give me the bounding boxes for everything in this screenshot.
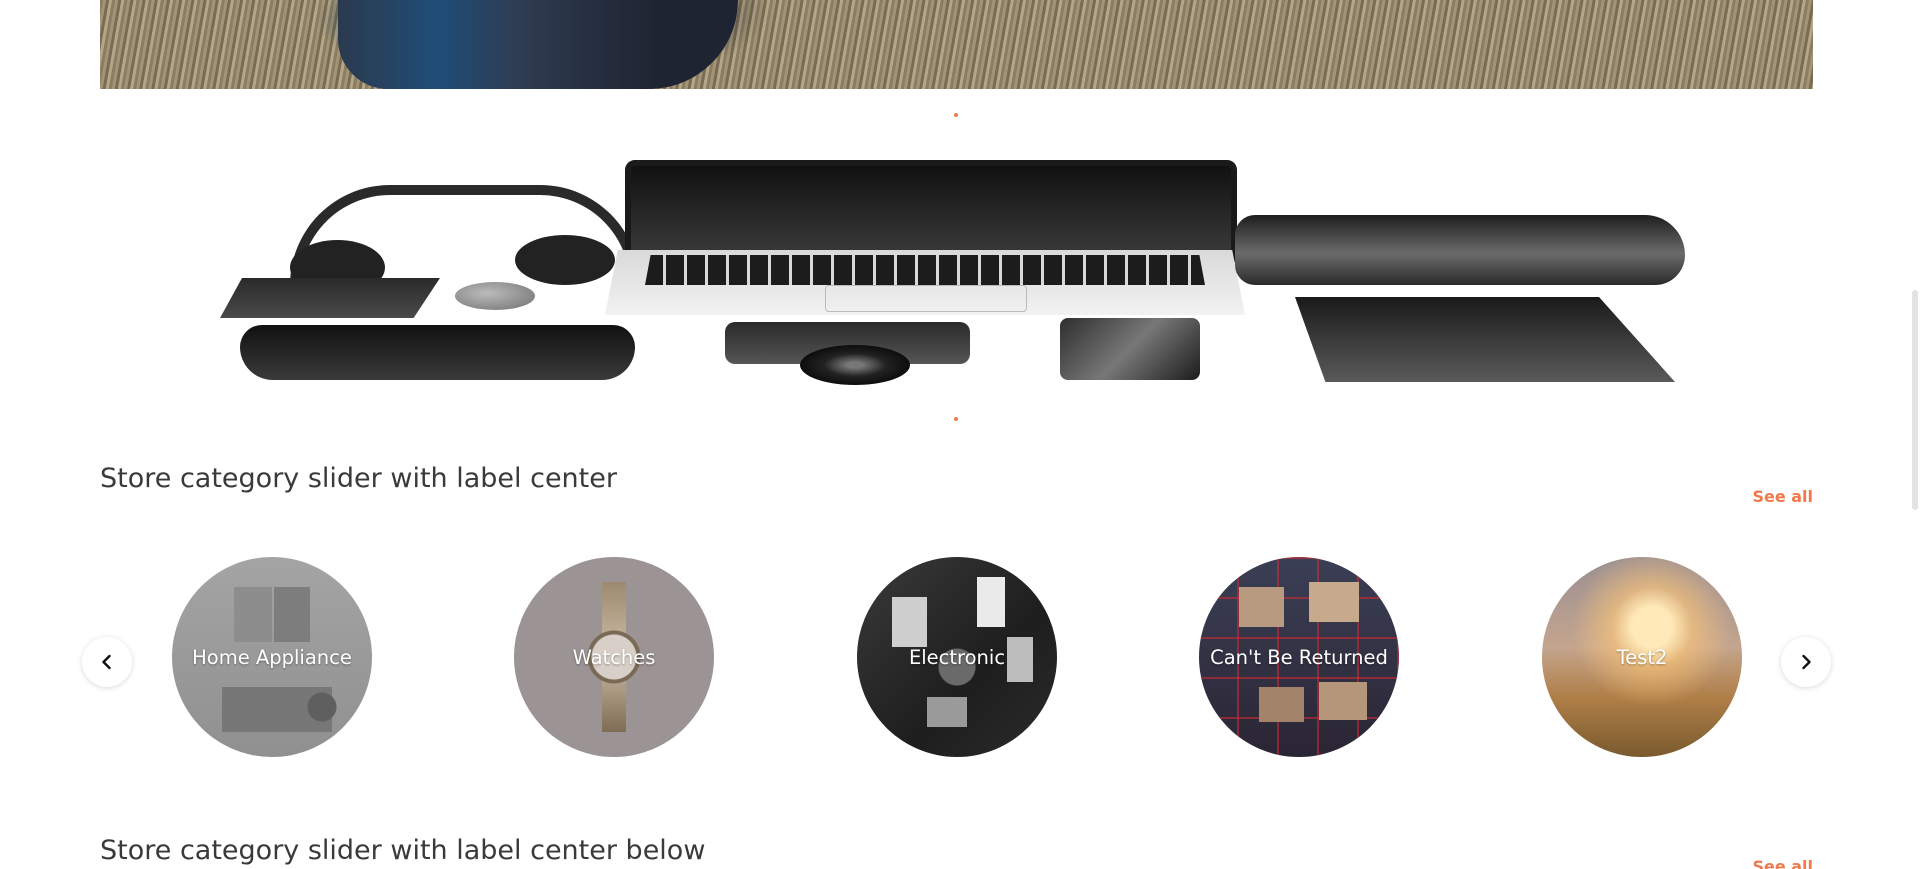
laptop-screen-shape xyxy=(625,160,1237,262)
category-item-home-appliance[interactable]: Home Appliance xyxy=(172,557,372,757)
gamepad-shape xyxy=(240,325,635,380)
electronics-banner-image[interactable] xyxy=(200,150,1720,390)
see-all-link[interactable]: See all xyxy=(1752,857,1813,869)
page: Store category slider with label center … xyxy=(0,0,1920,869)
headphones-ear-right xyxy=(515,235,615,285)
chevron-right-icon xyxy=(1802,654,1811,670)
vr-headset-shape xyxy=(1235,215,1685,285)
category-label: Electronic xyxy=(908,645,1006,669)
category-label: Can't Be Returned xyxy=(1210,645,1388,669)
category-item-cant-be-returned[interactable]: Can't Be Returned xyxy=(1199,557,1399,757)
section-title: Store category slider with label center xyxy=(100,463,617,494)
category-label: Watches xyxy=(572,645,656,669)
chevron-left-icon xyxy=(102,654,111,670)
slider-dot-indicator[interactable] xyxy=(954,113,958,117)
see-all-link[interactable]: See all xyxy=(1752,487,1813,506)
hero-banner-image[interactable] xyxy=(100,0,1813,89)
laptop-keyboard-shape xyxy=(645,255,1205,285)
laptop-trackpad-shape xyxy=(825,285,1027,312)
scrollbar-thumb[interactable] xyxy=(1912,290,1918,510)
section-title: Store category slider with label center … xyxy=(100,835,706,866)
hard-drive-shape xyxy=(220,278,440,318)
slider-next-button[interactable] xyxy=(1781,637,1831,687)
slider-prev-button[interactable] xyxy=(82,637,132,687)
category-item-electronic[interactable]: Electronic xyxy=(857,557,1057,757)
phone-shape xyxy=(1060,318,1200,380)
category-label: Test2 xyxy=(1616,645,1668,669)
slider-dot-indicator[interactable] xyxy=(954,417,958,421)
tablet-shape xyxy=(1295,297,1675,382)
category-label: Home Appliance xyxy=(192,645,352,669)
hero-person-shape xyxy=(338,0,738,89)
mouse-shape xyxy=(455,282,535,310)
category-item-test2[interactable]: Test2 xyxy=(1542,557,1742,757)
category-slider: Home Appliance Watches Electronic Can't … xyxy=(80,557,1836,760)
category-item-watches[interactable]: Watches xyxy=(514,557,714,757)
camera-lens-shape xyxy=(800,345,910,385)
